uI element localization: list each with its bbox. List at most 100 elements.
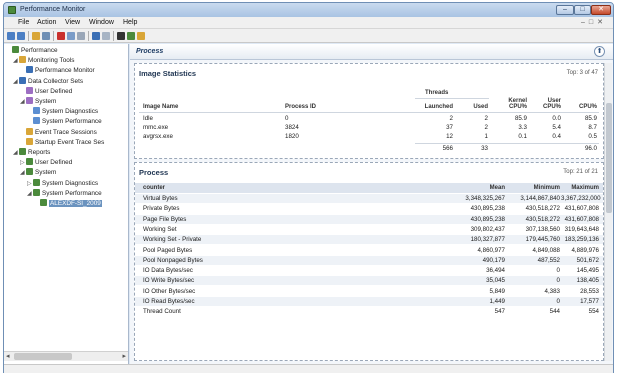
scroll-left-icon[interactable]: ◂ [6, 352, 10, 360]
table-row[interactable]: Private Bytes 430,895,238 430,518,272 431,6… [135, 204, 603, 213]
horizontal-scrollbar[interactable]: ◂ ▸ [4, 351, 128, 361]
table-row[interactable]: IO Other Bytes/sec 5,849 4,383 28,553 [135, 287, 603, 296]
table-row[interactable]: Virtual Bytes 3,348,325,267 3,144,867,840 3… [135, 194, 603, 203]
counter-value: 430,895,238 [470, 215, 505, 223]
col-image-name[interactable]: Image Name [143, 104, 178, 110]
export-list-icon[interactable] [77, 32, 85, 40]
col-user-cpu[interactable]: User CPU% [533, 98, 561, 110]
menu-action[interactable]: Action [37, 19, 56, 26]
col-kernel-cpu[interactable]: Kernel CPU% [495, 98, 527, 110]
tree-node-icon [19, 148, 26, 155]
tree-item[interactable]: Performance Monitor [20, 66, 95, 75]
image-stat-cell: Idle [143, 115, 153, 122]
process-section-count: Top: 21 of 21 [563, 169, 598, 175]
tree-item[interactable]: Performance [6, 46, 58, 55]
col-minimum[interactable]: Minimum [510, 185, 560, 191]
delete-icon[interactable] [57, 32, 65, 40]
tree-node-icon [26, 86, 33, 94]
menu-file[interactable]: File [18, 19, 29, 26]
col-counter[interactable]: counter [143, 185, 165, 191]
counter-value: 35,045 [486, 277, 505, 285]
report-content: Image Statistics Top: 3 of 47 Threads Im… [134, 63, 604, 361]
table-row[interactable]: IO Read Bytes/sec 1,449 0 17,577 [135, 297, 603, 306]
tree-item-label: ALEXDF-SI_2009 [49, 200, 102, 207]
counter-value: 183,259,136 [564, 236, 599, 244]
help-icon[interactable] [92, 32, 100, 40]
image-stat-cell: 0.1 [518, 133, 527, 140]
table-row[interactable]: IO Data Bytes/sec 36,494 0 145,495 [135, 266, 603, 275]
tree-item[interactable]: System Diagnostics [27, 107, 98, 116]
tree-item[interactable]: ◢ System [20, 168, 56, 177]
col-mean[interactable]: Mean [445, 185, 505, 191]
minimize-button[interactable]: – [556, 5, 574, 15]
process-section: Process Top: 21 of 21 counter Mean Minim… [134, 162, 604, 361]
table-row[interactable]: Page File Bytes 430,895,238 430,518,272 431… [135, 214, 603, 224]
counter-value: 430,518,272 [525, 215, 560, 223]
tree-item[interactable]: Event Trace Sessions [20, 127, 97, 137]
scroll-right-icon[interactable]: ▸ [122, 352, 126, 360]
console-tree-icon[interactable] [42, 32, 50, 40]
tree-item[interactable]: ◢ Reports [13, 148, 50, 157]
image-statistics-title: Image Statistics [139, 69, 197, 78]
performance-monitor-window: Performance Monitor – □ ✕ File Action Vi… [3, 2, 614, 373]
col-used[interactable]: Used [460, 104, 488, 110]
table-row[interactable]: Pool Nonpaged Bytes 490,179 487,552 501,672 [135, 255, 603, 265]
close-button[interactable]: ✕ [591, 5, 611, 15]
menu-help[interactable]: Help [123, 19, 137, 26]
table-row[interactable]: Working Set 309,802,437 307,138,560 319,643… [135, 225, 603, 234]
scrollbar-thumb[interactable] [14, 353, 72, 360]
image-stat-cell: 0 [285, 115, 289, 122]
counter-value: 430,518,272 [525, 205, 560, 213]
counter-name: Working Set [143, 225, 177, 233]
tree-item[interactable]: Startup Event Trace Ses [20, 137, 104, 147]
table-row[interactable]: Pool Paged Bytes 4,860,977 4,849,088 4,889,… [135, 246, 603, 255]
tree-item[interactable]: ▷ System Diagnostics [27, 178, 98, 188]
menu-window[interactable]: Window [89, 19, 114, 26]
report-pane: Process ⬆ Image Statistics Top: 3 of 47 … [130, 44, 613, 364]
tree-item[interactable]: ◢ System [20, 97, 56, 106]
col-cpu[interactable]: CPU% [567, 104, 597, 110]
tree-item[interactable]: ◢ System Performance [27, 188, 102, 198]
back-icon[interactable] [7, 32, 15, 40]
forward-icon[interactable] [17, 32, 25, 40]
table-row[interactable]: Working Set - Private 180,327,877 179,445,… [135, 235, 603, 245]
col-process-id[interactable]: Process ID [285, 104, 316, 110]
tree-item[interactable]: ▷ User Defined [20, 158, 72, 167]
start-icon[interactable] [127, 32, 135, 40]
col-maximum[interactable]: Maximum [563, 185, 599, 191]
view-icon[interactable] [102, 32, 110, 40]
folder-icon[interactable] [32, 32, 40, 40]
menu-view[interactable]: View [65, 19, 80, 26]
counter-value: 3,348,325,267 [465, 195, 505, 202]
vertical-scrollbar-thumb[interactable] [606, 103, 612, 213]
col-launched[interactable]: Launched [415, 104, 453, 110]
tree-node-icon [26, 97, 33, 104]
counter-value: 487,552 [537, 256, 560, 264]
counter-value: 319,643,648 [564, 225, 599, 233]
tree-item[interactable]: ◢ Monitoring Tools [13, 56, 74, 65]
vertical-scrollbar[interactable] [604, 63, 612, 361]
image-stat-cell: 2 [449, 115, 453, 122]
tree-item[interactable]: ALEXDF-SI_2009 [34, 199, 102, 208]
mdi-window-controls[interactable]: –□✕ [581, 18, 607, 26]
tree-item-label: User Defined [35, 87, 73, 95]
tree-item[interactable]: User Defined [20, 86, 73, 96]
stop-icon[interactable] [117, 32, 125, 40]
tree-item-label: System [35, 169, 57, 177]
tree-item-label: Reports [28, 149, 51, 156]
tree-item[interactable]: System Performance [27, 117, 102, 126]
counter-name: Pool Paged Bytes [143, 246, 193, 254]
counter-name: Thread Count [143, 308, 181, 316]
report-icon[interactable] [137, 32, 145, 40]
threads-group-header: Threads [425, 90, 449, 96]
maximize-button[interactable]: □ [574, 5, 591, 15]
tree-item-label: Data Collector Sets [28, 77, 84, 85]
properties-icon[interactable] [67, 32, 75, 40]
image-statistics-count: Top: 3 of 47 [566, 70, 598, 76]
table-row[interactable]: IO Write Bytes/sec 35,045 0 138,405 [135, 276, 603, 286]
image-stat-cell: 2 [484, 115, 488, 122]
table-row[interactable]: Thread Count 547 544 554 [135, 307, 603, 316]
tree-node-icon [26, 168, 33, 176]
collapse-section-icon[interactable]: ⬆ [594, 46, 605, 57]
tree-item[interactable]: ◢ Data Collector Sets [13, 76, 84, 86]
